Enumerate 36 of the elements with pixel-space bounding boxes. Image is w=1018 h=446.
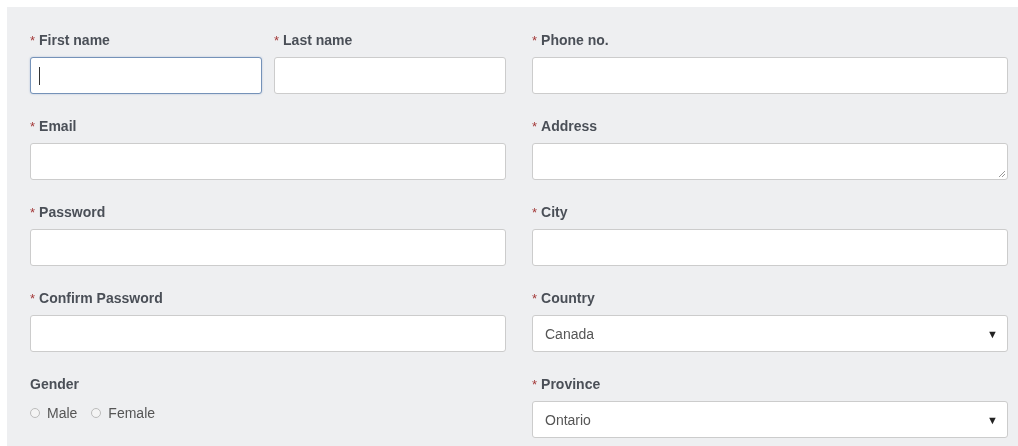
radio-button[interactable] xyxy=(30,407,40,418)
input-field[interactable] xyxy=(30,229,506,266)
required-asterisk: * xyxy=(532,118,538,134)
required-asterisk: * xyxy=(532,376,538,392)
field-label: Last name xyxy=(283,32,353,48)
resize-grip-icon[interactable] xyxy=(998,170,1006,178)
field-label: Address xyxy=(541,118,598,134)
required-asterisk: * xyxy=(532,204,538,220)
field-label: Province xyxy=(541,376,601,392)
required-asterisk: * xyxy=(30,290,36,306)
field-label: Phone no. xyxy=(541,32,609,48)
required-asterisk: * xyxy=(30,204,36,220)
dropdown[interactable]: Ontario ▼ xyxy=(532,401,1008,438)
radio-label[interactable]: Male xyxy=(47,404,78,421)
field-label: Gender xyxy=(30,376,79,392)
field-label: Password xyxy=(39,204,106,220)
field-label: First name xyxy=(39,32,110,48)
field-label: Email xyxy=(39,118,77,134)
required-asterisk: * xyxy=(30,118,36,134)
required-asterisk: * xyxy=(532,290,538,306)
field-label: Confirm Password xyxy=(39,290,163,306)
input-field[interactable] xyxy=(30,315,506,352)
radio-button[interactable] xyxy=(91,407,102,418)
input-field[interactable] xyxy=(532,57,1008,94)
input-field[interactable] xyxy=(532,229,1008,266)
required-asterisk: * xyxy=(30,32,36,48)
input-field[interactable] xyxy=(30,57,262,94)
radio-label[interactable]: Female xyxy=(108,404,156,421)
field-label: Country xyxy=(541,290,595,306)
field-label: City xyxy=(541,204,568,220)
text-area[interactable] xyxy=(532,143,1008,180)
dropdown[interactable]: Canada ▼ xyxy=(532,315,1008,352)
required-asterisk: * xyxy=(532,32,538,48)
input-field[interactable] xyxy=(274,57,506,94)
required-asterisk: * xyxy=(274,32,280,48)
input-field[interactable] xyxy=(30,143,506,180)
